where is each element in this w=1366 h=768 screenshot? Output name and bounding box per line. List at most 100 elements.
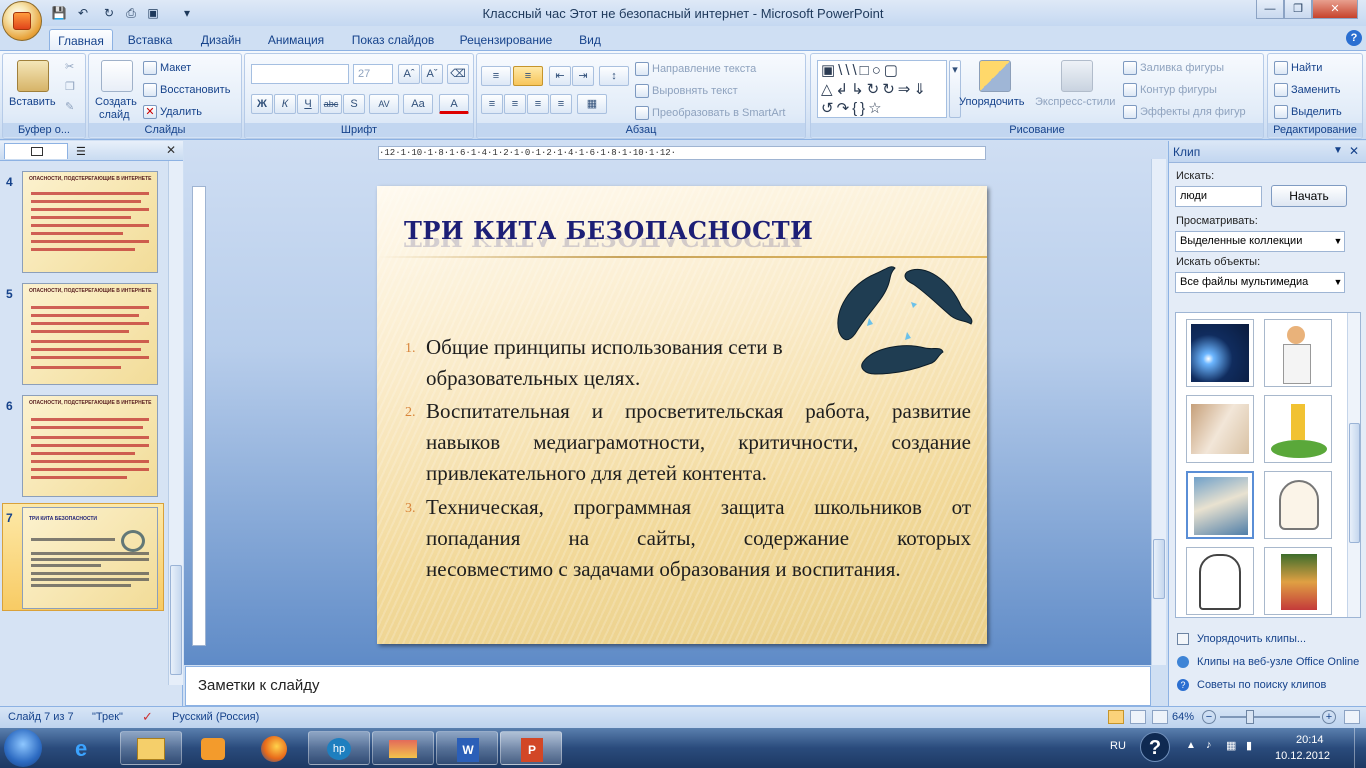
spacing-button[interactable]: AV [369, 94, 399, 114]
taskbar-powerpoint[interactable]: P [500, 731, 562, 765]
shadow-button[interactable]: S [343, 94, 365, 114]
tray-arrow-icon[interactable]: ▲ [1186, 740, 1196, 751]
print-icon[interactable]: ⎙ [122, 4, 140, 22]
shapes-gallery-more-button[interactable]: ▾ [949, 60, 961, 118]
new-slide-button-line2[interactable]: слайд [99, 109, 130, 121]
font-color-button[interactable]: A [439, 94, 469, 114]
tab-design[interactable]: Дизайн [192, 29, 250, 50]
slide-thumbnail-active[interactable]: ТРИ КИТА БЕЗОПАСНОСТИ [22, 507, 158, 609]
strikethrough-button[interactable]: abc [320, 94, 342, 114]
cut-icon[interactable]: ✂ [65, 60, 74, 73]
outline-tab-icon[interactable]: ☰ [76, 145, 86, 158]
line-spacing-button[interactable]: ↕ [599, 66, 629, 86]
arrange-button[interactable]: Упорядочить [959, 96, 1024, 108]
taskbar-explorer[interactable] [120, 731, 182, 765]
redo-icon[interactable]: ↻ [100, 4, 118, 22]
new-slide-icon[interactable] [101, 60, 133, 92]
shape-fill-button[interactable]: Заливка фигуры [1140, 62, 1224, 74]
slide-canvas[interactable]: ТРИ КИТА БЕЗОПАСНОСТИ ТРИ КИТА БЕЗОПАСНО… [377, 186, 987, 644]
taskbar-firefox[interactable] [244, 731, 306, 765]
layout-button[interactable]: Макет [160, 62, 191, 74]
network-icon[interactable]: ▦ [1226, 739, 1236, 752]
tab-view[interactable]: Вид [572, 29, 608, 50]
slideshow-icon[interactable]: ▣ [144, 4, 162, 22]
three-whales-image[interactable] [833, 262, 979, 386]
help-icon[interactable]: ? [1140, 732, 1170, 762]
bold-button[interactable]: Ж [251, 94, 273, 114]
align-center-button[interactable]: ≡ [504, 94, 526, 114]
search-go-button[interactable]: Начать [1271, 185, 1347, 207]
chevron-down-icon[interactable]: ▼ [1332, 233, 1344, 250]
shape-effects-button[interactable]: Эффекты для фигур [1140, 106, 1246, 118]
decrease-indent-button[interactable]: ⇤ [549, 66, 571, 86]
change-case-button[interactable]: Aa [403, 94, 433, 114]
editor-scrollbar[interactable] [1151, 159, 1166, 665]
close-button[interactable]: ✕ [1312, 0, 1358, 19]
slide-thumbnail[interactable]: ОПАСНОСТИ, ПОДСТЕРЕГАЮЩИЕ В ИНТЕРНЕТЕ [22, 171, 158, 273]
zoom-slider[interactable] [1220, 716, 1320, 718]
slide-thumbnail[interactable]: ОПАСНОСТИ, ПОДСТЕРЕГАЮЩИЕ В ИНТЕРНЕТЕ [22, 395, 158, 497]
copy-icon[interactable]: ❐ [65, 80, 75, 93]
align-text-button[interactable]: Выровнять текст [652, 85, 738, 97]
clip-thumbnail[interactable] [1264, 319, 1332, 387]
clip-results-scrollbar[interactable] [1347, 313, 1360, 617]
start-button[interactable] [4, 729, 42, 767]
help-icon[interactable]: ? [1346, 30, 1362, 46]
clip-thumbnail[interactable] [1264, 471, 1332, 539]
clip-scroll-thumb[interactable] [1349, 423, 1360, 543]
paste-button[interactable]: Вставить [9, 96, 56, 108]
pane-options-icon[interactable]: ▼ [1333, 145, 1343, 156]
shape-outline-button[interactable]: Контур фигуры [1140, 84, 1217, 96]
normal-view-icon[interactable] [1108, 710, 1124, 724]
tab-review[interactable]: Рецензирование [452, 29, 560, 50]
slideshow-view-icon[interactable] [1152, 710, 1168, 724]
text-direction-button[interactable]: Направление текста [652, 63, 756, 75]
shrink-font-button[interactable]: Aˇ [421, 64, 443, 84]
tab-insert[interactable]: Вставка [120, 29, 180, 50]
underline-button[interactable]: Ч [297, 94, 319, 114]
clip-thumbnail[interactable] [1264, 395, 1332, 463]
tab-slides-view[interactable] [4, 143, 68, 159]
language-indicator[interactable]: Русский (Россия) [172, 711, 259, 723]
undo-icon[interactable]: ↶ [74, 4, 92, 22]
delete-button[interactable]: Удалить [160, 106, 202, 118]
show-desktop-button[interactable] [1354, 728, 1366, 768]
tab-slideshow[interactable]: Показ слайдов [345, 29, 441, 50]
clip-thumbnail[interactable] [1186, 395, 1254, 463]
editor-scroll-thumb[interactable] [1153, 539, 1165, 599]
format-painter-icon[interactable]: ✎ [65, 100, 74, 113]
grow-font-button[interactable]: Aˆ [398, 64, 420, 84]
clip-thumbnail[interactable] [1186, 319, 1254, 387]
shapes-gallery[interactable]: ▣\\\□○▢ △↲↳↻↻⇒⇓ ↺↷{}☆ [817, 60, 947, 118]
find-button[interactable]: Найти [1291, 62, 1322, 74]
taskbar-media[interactable] [182, 731, 244, 765]
justify-button[interactable]: ≡ [550, 94, 572, 114]
input-language[interactable]: RU [1110, 740, 1126, 752]
slides-pane-scrollbar[interactable] [168, 161, 183, 685]
slide-thumbnail[interactable]: ОПАСНОСТИ, ПОДСТЕРЕГАЮЩИЕ В ИНТЕРНЕТЕ [22, 283, 158, 385]
organize-clips-link[interactable]: Упорядочить клипы... [1197, 633, 1306, 645]
font-name-combo[interactable] [251, 64, 349, 84]
italic-button[interactable]: К [274, 94, 296, 114]
new-slide-button[interactable]: Создать [95, 96, 137, 108]
clip-thumbnail[interactable] [1264, 547, 1332, 615]
list-item[interactable]: Общие принципы использования сети в обра… [426, 332, 846, 394]
paste-icon[interactable] [17, 60, 49, 92]
chevron-down-icon[interactable]: ▼ [1332, 274, 1344, 291]
list-item[interactable]: Техническая, программная защита школьник… [426, 492, 971, 585]
taskbar-app[interactable] [372, 731, 434, 765]
zoom-level[interactable]: 64% [1172, 711, 1194, 723]
collections-select[interactable]: Выделенные коллекции [1175, 231, 1345, 252]
clock-date[interactable]: 10.12.2012 [1275, 750, 1330, 762]
clear-format-button[interactable]: ⌫ [447, 64, 469, 84]
sorter-view-icon[interactable] [1130, 710, 1146, 724]
close-pane-icon[interactable]: ✕ [1349, 144, 1359, 158]
bullets-button[interactable]: ≡ [481, 66, 511, 86]
quick-styles-button[interactable]: Экспресс-стили [1035, 96, 1115, 108]
zoom-out-button[interactable]: − [1202, 710, 1216, 724]
replace-button[interactable]: Заменить [1291, 84, 1340, 96]
quick-styles-icon[interactable] [1061, 60, 1093, 92]
font-size-combo[interactable]: 27 [353, 64, 393, 84]
fit-to-window-icon[interactable] [1344, 710, 1360, 724]
clip-thumbnail-selected[interactable] [1186, 471, 1254, 539]
